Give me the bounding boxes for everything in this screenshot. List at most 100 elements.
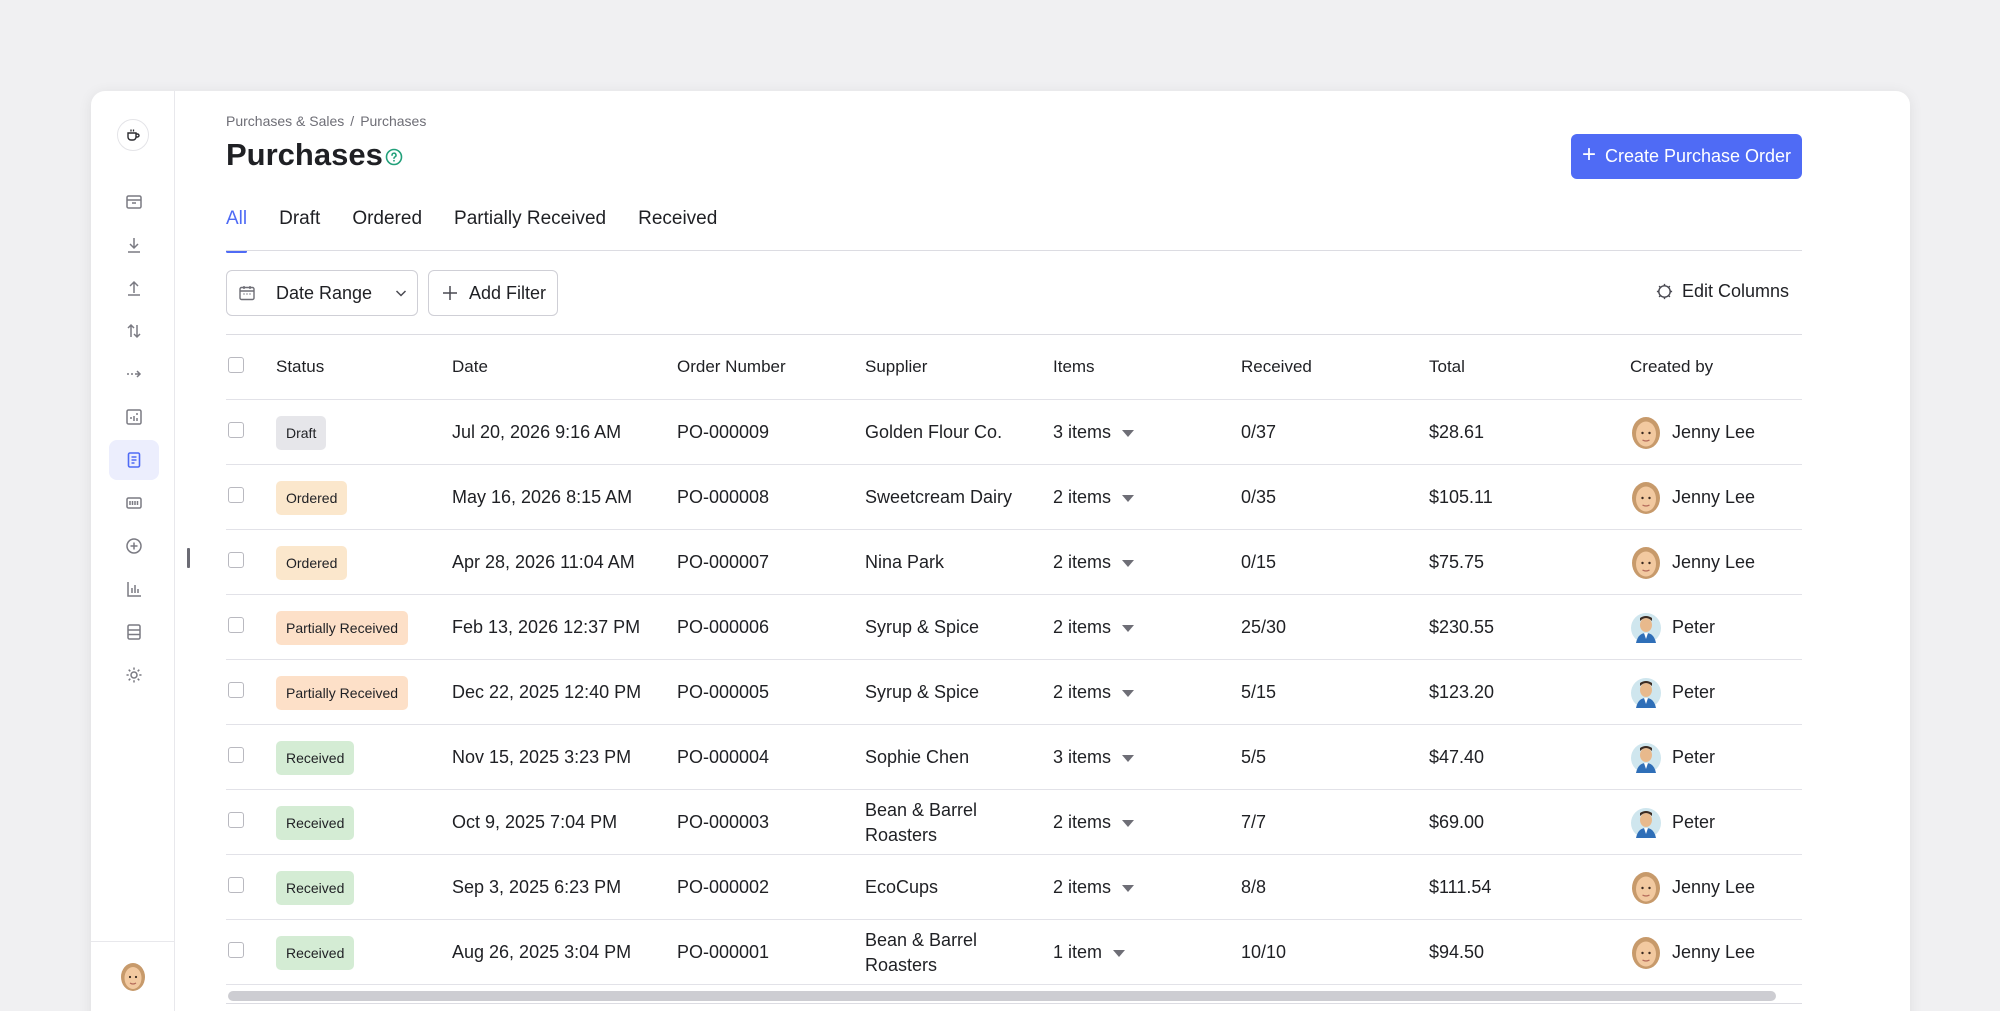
column-header-received[interactable]: Received [1241, 357, 1312, 377]
supplier-cell: Sweetcream Dairy [865, 487, 1013, 507]
row-checkbox[interactable] [228, 422, 244, 438]
items-cell[interactable]: 2 items [1053, 530, 1135, 595]
row-checkbox[interactable] [228, 487, 244, 503]
table-row[interactable]: Received Aug 26, 2025 3:04 PM PO-000001 Bea… [226, 920, 1802, 985]
items-cell[interactable]: 2 items [1053, 465, 1135, 530]
total-cell: $111.54 [1429, 877, 1492, 897]
nav-item-database[interactable] [109, 612, 159, 652]
column-header-created-by[interactable]: Created by [1630, 357, 1713, 377]
box-icon [126, 195, 142, 209]
nav-item-adjustments[interactable] [109, 397, 159, 437]
items-cell[interactable]: 1 item [1053, 920, 1126, 985]
row-checkbox[interactable] [228, 617, 244, 633]
caret-down-icon[interactable] [1122, 560, 1135, 567]
row-checkbox[interactable] [228, 747, 244, 763]
row-checkbox[interactable] [228, 877, 244, 893]
table-row[interactable]: Partially Received Feb 13, 2026 12:37 PM P… [226, 595, 1802, 660]
nav-item-add[interactable] [109, 526, 159, 566]
column-header-date[interactable]: Date [452, 357, 488, 377]
items-cell[interactable]: 2 items [1053, 660, 1135, 725]
nav-item-settings[interactable] [109, 655, 159, 695]
create-purchase-order-button[interactable]: + Create Purchase Order [1571, 134, 1802, 179]
app-logo[interactable] [117, 119, 149, 151]
date-cell: Nov 15, 2025 3:23 PM [452, 747, 632, 767]
date-range-label: Date Range [276, 282, 373, 303]
order-number-cell: PO-000007 [677, 552, 770, 572]
caret-down-icon[interactable] [1122, 495, 1135, 502]
date-cell: Dec 22, 2025 12:40 PM [452, 682, 642, 702]
sidebar-resize-handle[interactable] [187, 548, 190, 568]
caret-down-icon[interactable] [1122, 690, 1135, 697]
plus-icon [443, 286, 457, 300]
created-by-cell: Jenny Lee [1630, 400, 1755, 465]
table-row[interactable]: Received Oct 9, 2025 7:04 PM PO-000003 Bean… [226, 790, 1802, 855]
table-row[interactable]: Ordered Apr 28, 2026 11:04 AM PO-000007 Nin… [226, 530, 1802, 595]
nav-item-barcodes[interactable] [109, 483, 159, 523]
table-header: Status Date Order Number Supplier Items … [226, 335, 1802, 400]
table-row[interactable]: Received Sep 3, 2025 6:23 PM PO-000002 EcoC… [226, 855, 1802, 920]
tab-ordered[interactable]: Ordered [352, 208, 422, 252]
created-by-cell: Jenny Lee [1630, 530, 1755, 595]
avatar [1632, 546, 1660, 579]
caret-down-icon[interactable] [1122, 625, 1135, 632]
select-all-checkbox[interactable] [228, 357, 244, 373]
tab-partially-received[interactable]: Partially Received [454, 208, 606, 252]
add-filter-button[interactable]: Add Filter [428, 270, 558, 316]
nav-item-stock-in[interactable] [109, 225, 159, 265]
edit-columns-button[interactable]: Edit Columns [1655, 281, 1789, 302]
items-cell[interactable]: 3 items [1053, 400, 1135, 465]
nav-item-purchases[interactable] [109, 440, 159, 480]
row-checkbox[interactable] [228, 812, 244, 828]
tab-received[interactable]: Received [638, 208, 717, 252]
status-cell: Ordered [276, 530, 348, 595]
date-range-filter[interactable]: Date Range [226, 270, 418, 316]
help-icon[interactable] [385, 148, 403, 166]
caret-down-icon[interactable] [1122, 820, 1135, 827]
upload-icon [128, 280, 140, 296]
row-checkbox[interactable] [228, 552, 244, 568]
table-row[interactable]: Partially Received Dec 22, 2025 12:40 PM P… [226, 660, 1802, 725]
status-badge: Received [276, 870, 355, 905]
nav-item-move[interactable] [109, 354, 159, 394]
user-avatar[interactable] [119, 962, 147, 992]
received-cell: 5/5 [1241, 747, 1267, 767]
date-cell: Sep 3, 2025 6:23 PM [452, 877, 622, 897]
column-header-items[interactable]: Items [1053, 357, 1095, 377]
caret-down-icon[interactable] [1122, 430, 1135, 437]
row-checkbox[interactable] [228, 682, 244, 698]
status-cell: Received [276, 725, 355, 790]
created-by-cell: Jenny Lee [1630, 465, 1755, 530]
status-badge: Draft [276, 415, 327, 450]
nav-item-products[interactable] [109, 182, 159, 222]
creator-name: Jenny Lee [1672, 877, 1756, 897]
creator-name: Peter [1672, 617, 1716, 637]
table-row[interactable]: Ordered May 16, 2026 8:15 AM PO-000008 Swee… [226, 465, 1802, 530]
avatar [1632, 871, 1660, 904]
nav-item-transfers[interactable] [109, 311, 159, 351]
items-count: 1 item [1053, 942, 1103, 962]
caret-down-icon[interactable] [1122, 755, 1135, 762]
breadcrumb: Purchases & Sales / Purchases [226, 113, 426, 129]
caret-down-icon[interactable] [1113, 950, 1126, 957]
tab-all[interactable]: All [226, 208, 248, 253]
items-cell[interactable]: 2 items [1053, 595, 1135, 660]
horizontal-scrollbar[interactable] [228, 991, 1776, 1001]
column-header-order-number[interactable]: Order Number [677, 357, 786, 377]
caret-down-icon[interactable] [1122, 885, 1135, 892]
nav-item-reports[interactable] [109, 569, 159, 609]
column-header-status[interactable]: Status [276, 357, 324, 377]
creator-name: Jenny Lee [1672, 422, 1756, 442]
table-row[interactable]: Draft Jul 20, 2026 9:16 AM PO-000009 Golden… [226, 400, 1802, 465]
breadcrumb-parent[interactable]: Purchases & Sales [226, 113, 344, 129]
column-header-total[interactable]: Total [1429, 357, 1465, 377]
table-row[interactable]: Received Nov 15, 2025 3:23 PM PO-000004 Sop… [226, 725, 1802, 790]
edit-columns-label: Edit Columns [1682, 281, 1790, 301]
column-header-supplier[interactable]: Supplier [865, 357, 927, 377]
row-checkbox[interactable] [228, 942, 244, 958]
items-cell[interactable]: 2 items [1053, 790, 1135, 855]
coffee-cup-icon [127, 129, 140, 141]
items-cell[interactable]: 2 items [1053, 855, 1135, 920]
tab-draft[interactable]: Draft [279, 208, 320, 252]
nav-item-stock-out[interactable] [109, 268, 159, 308]
items-cell[interactable]: 3 items [1053, 725, 1135, 790]
